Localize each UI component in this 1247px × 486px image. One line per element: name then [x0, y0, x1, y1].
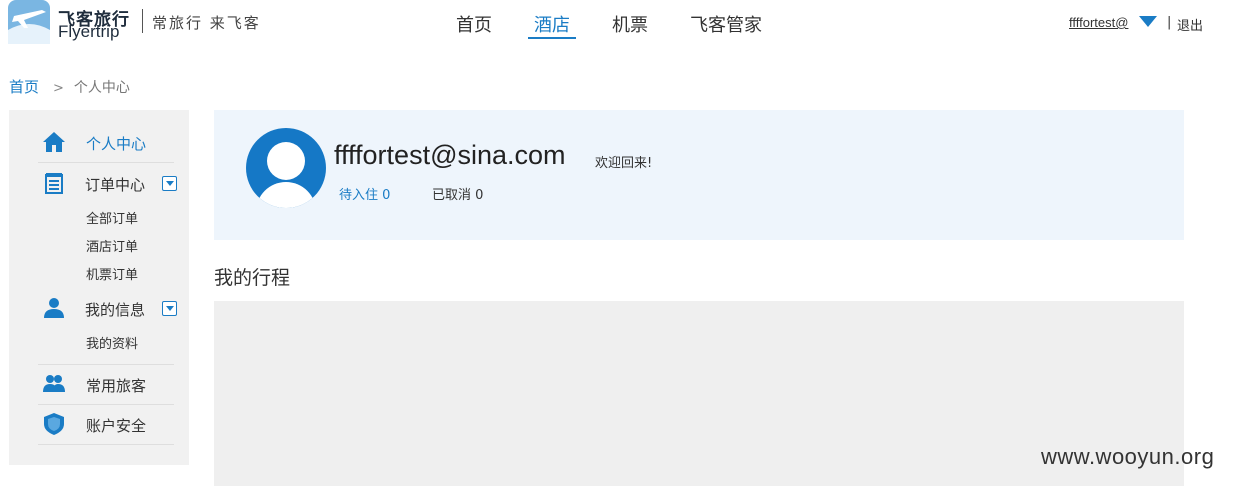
- expand-dropdown-icon[interactable]: [162, 176, 177, 191]
- cancelled-orders-link[interactable]: 已取消 0: [432, 184, 483, 203]
- sidebar-divider: [38, 444, 174, 445]
- nav-home[interactable]: 首页: [456, 11, 492, 37]
- sidebar-subitem-all-orders[interactable]: 全部订单: [86, 208, 138, 227]
- nav-active-indicator: [528, 37, 576, 39]
- sidebar-item-account-security[interactable]: 账户安全: [38, 404, 174, 444]
- home-icon: [43, 132, 65, 152]
- flyertrip-logo-icon[interactable]: [8, 0, 50, 44]
- sidebar-subitem-my-profile[interactable]: 我的资料: [86, 333, 138, 352]
- pending-stays-link[interactable]: 待入住 0: [339, 184, 390, 203]
- sidebar-item-personal-center[interactable]: 个人中心: [38, 122, 174, 162]
- shield-icon: [44, 413, 64, 435]
- trips-panel: [214, 301, 1184, 486]
- avatar[interactable]: [246, 128, 326, 208]
- breadcrumb: 首页 > 个人中心: [9, 76, 130, 97]
- sidebar-subitem-flight-orders[interactable]: 机票订单: [86, 264, 138, 283]
- profile-card: ffffortest@sina.com 欢迎回来! 待入住 0 已取消 0: [214, 110, 1184, 240]
- sidebar-item-my-info[interactable]: 我的信息: [38, 288, 177, 328]
- trips-title: 我的行程: [214, 267, 291, 289]
- sidebar-label-travelers: 常用旅客: [86, 377, 147, 395]
- nav-hotel[interactable]: 酒店: [534, 11, 570, 37]
- breadcrumb-separator: >: [53, 81, 64, 96]
- logo-divider: [142, 9, 143, 33]
- logout-separator: |: [1167, 15, 1172, 30]
- expand-dropdown-icon[interactable]: [162, 301, 177, 316]
- avatar-head: [267, 142, 305, 180]
- logo-english-name: Flyertrip: [58, 22, 120, 41]
- caret-down-icon[interactable]: [1139, 16, 1157, 27]
- sidebar-label-personal-center: 个人中心: [86, 135, 147, 153]
- logout-link[interactable]: 退出: [1177, 15, 1203, 34]
- sidebar: 个人中心 订单中心 全部订单 酒店订单 机票订单 我的信息 我的资料 常用旅客 …: [9, 110, 189, 465]
- user-account-link[interactable]: ffffortest@: [1069, 15, 1128, 30]
- breadcrumb-home[interactable]: 首页: [9, 78, 39, 96]
- sidebar-item-orders[interactable]: 订单中心: [38, 163, 177, 203]
- nav-flights[interactable]: 机票: [612, 11, 648, 37]
- profile-email: ffffortest@sina.com: [334, 140, 566, 170]
- sidebar-label-my-info: 我的信息: [85, 301, 146, 319]
- sidebar-label-orders: 订单中心: [85, 176, 146, 194]
- sidebar-item-travelers[interactable]: 常用旅客: [38, 364, 174, 404]
- travelers-icon: [43, 375, 65, 392]
- nav-butler[interactable]: 飞客管家: [690, 11, 762, 37]
- user-icon: [44, 298, 64, 318]
- watermark: www.wooyun.org: [1041, 444, 1215, 469]
- sidebar-subitem-hotel-orders[interactable]: 酒店订单: [86, 236, 138, 255]
- order-list-icon: [45, 173, 63, 194]
- breadcrumb-current: 个人中心: [73, 80, 130, 96]
- welcome-text: 欢迎回来!: [595, 156, 653, 171]
- avatar-body: [256, 182, 316, 208]
- sidebar-label-account-security: 账户安全: [86, 417, 147, 435]
- site-header: 飞客旅行 Flyertrip 常旅行 来飞客 首页 酒店 机票 飞客管家 fff…: [0, 0, 1247, 52]
- slogan: 常旅行 来飞客: [152, 14, 261, 32]
